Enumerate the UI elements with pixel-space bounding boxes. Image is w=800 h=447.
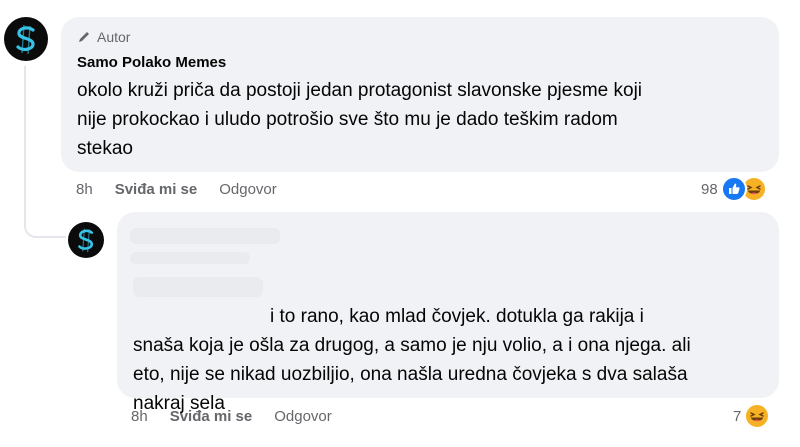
like-reaction-icon	[720, 176, 747, 202]
blurred-author	[130, 228, 280, 244]
reaction-count: 98	[701, 180, 718, 198]
avatar[interactable]	[4, 17, 48, 61]
reply-reply-button[interactable]: Odgovor	[274, 408, 332, 425]
comment-actions: 8h Sviđa mi se Odgovor	[76, 181, 277, 198]
reply-thread-line	[24, 66, 66, 238]
reply-actions: 8h Sviđa mi se Odgovor	[131, 408, 332, 425]
reply-reaction-summary[interactable]: 7	[733, 403, 771, 429]
reply-reaction-count: 7	[733, 407, 742, 425]
s-logo-icon	[5, 18, 47, 60]
comment-time[interactable]: 8h	[76, 181, 93, 198]
reply-button[interactable]: Odgovor	[219, 181, 277, 198]
comment-author[interactable]: Samo Polako Memes	[77, 54, 226, 71]
haha-reaction-icon	[744, 403, 771, 429]
reply-time[interactable]: 8h	[131, 408, 148, 425]
reply-like-button[interactable]: Sviđa mi se	[170, 408, 253, 425]
reaction-summary[interactable]: 98	[701, 176, 767, 202]
like-button[interactable]: Sviđa mi se	[115, 181, 198, 198]
comment-text: okolo kruži priča da postoji jedan prota…	[77, 80, 643, 159]
author-badge: Autor	[77, 29, 130, 45]
reply-avatar[interactable]	[68, 222, 104, 258]
author-badge-label: Autor	[97, 29, 131, 45]
reply-text: i to rano, kao mlad čovjek. dotukla ga r…	[133, 306, 691, 414]
s-logo-icon	[68, 222, 104, 258]
blurred-author-detail	[130, 252, 250, 264]
pencil-icon	[79, 32, 89, 42]
